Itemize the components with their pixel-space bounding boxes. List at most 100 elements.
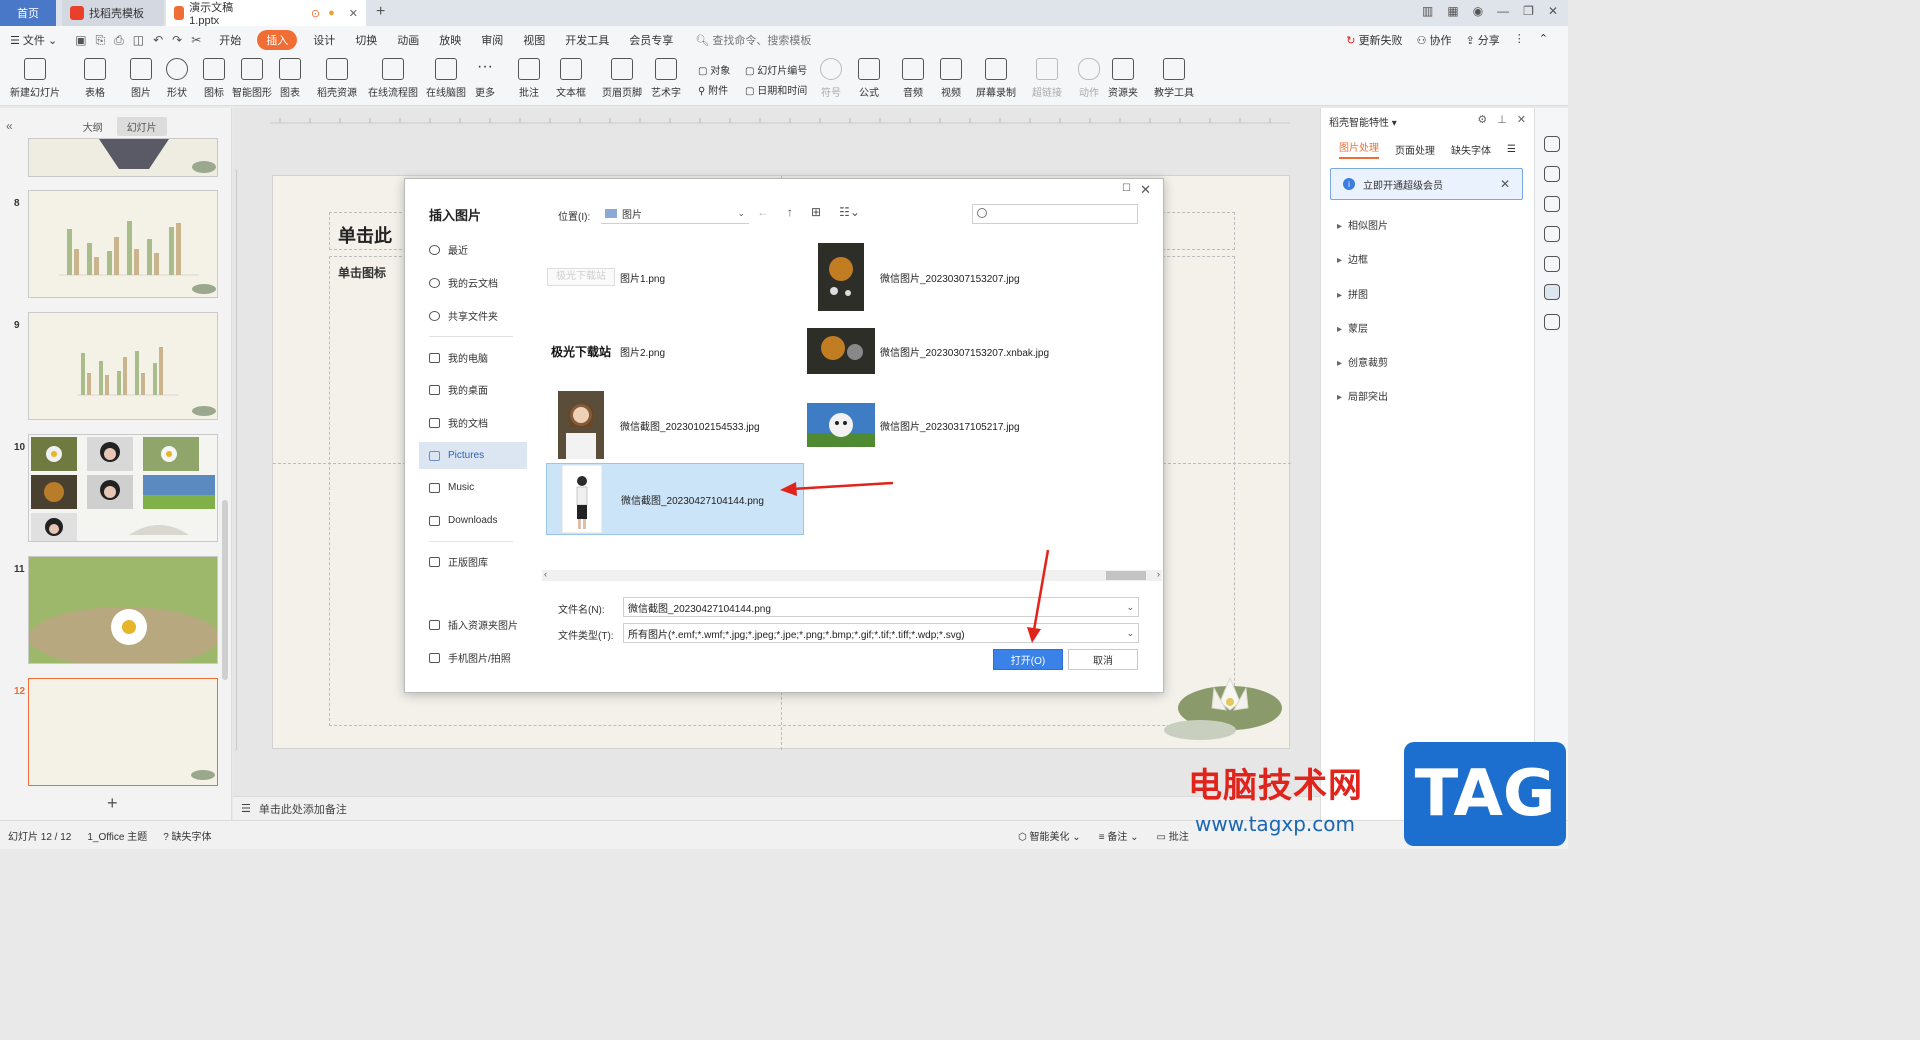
location-dropdown[interactable]: 图片 ⌄	[601, 204, 749, 224]
apps-grid-icon[interactable]: ▦	[1447, 4, 1458, 18]
slide-thumbnail-selected[interactable]	[28, 678, 218, 786]
filetype-select[interactable]: 所有图片(*.emf;*.wmf;*.jpg;*.jpeg;*.jpe;*.pn…	[623, 623, 1139, 643]
menu-review[interactable]: 审阅	[471, 32, 513, 48]
print-icon[interactable]: ⎙	[114, 33, 124, 48]
menu-slideshow[interactable]: 放映	[429, 32, 471, 48]
redo-icon[interactable]: ↷	[172, 33, 182, 48]
menu-view[interactable]: 视图	[513, 32, 555, 48]
nav-downloads[interactable]: Downloads	[419, 507, 527, 534]
object-button[interactable]: ▢ 对象	[698, 62, 730, 77]
notes-area[interactable]: ☰ 单击此处添加备注	[233, 796, 1320, 820]
file-item[interactable]: 极光下载站 图片1.png	[546, 241, 804, 313]
slide-title[interactable]: 单击此	[338, 222, 392, 248]
close-banner-icon[interactable]: ✕	[1500, 177, 1510, 191]
comments-toggle[interactable]: ▭ 批注	[1156, 828, 1188, 843]
feature-mask[interactable]: 蒙层	[1337, 320, 1368, 335]
file-search-input[interactable]	[972, 204, 1138, 224]
nav-shared-folder[interactable]: 共享文件夹	[419, 302, 527, 329]
minimize-icon[interactable]: —	[1497, 4, 1509, 18]
menu-transition[interactable]: 切换	[345, 32, 387, 48]
file-item[interactable]: 极光下载站 图片2.png	[546, 315, 804, 387]
collaborate-button[interactable]: ⚇ 协作	[1417, 32, 1452, 48]
collapse-pane-icon[interactable]: «	[6, 119, 13, 133]
cancel-button[interactable]: 取消	[1068, 649, 1138, 670]
close-tab-icon[interactable]: ✕	[349, 7, 358, 20]
add-tab-button[interactable]: +	[376, 3, 385, 21]
nav-resource-folder[interactable]: 插入资源夹图片	[419, 611, 539, 638]
slide-subtitle[interactable]: 单击图标	[338, 264, 386, 281]
settings-icon[interactable]: ⚙	[1477, 113, 1487, 126]
docer-resource-button[interactable]: 稻壳资源	[317, 58, 357, 99]
save-icon[interactable]: ▣	[75, 33, 86, 48]
command-search[interactable]: 🔍︎ 查找命令、搜索模板	[695, 32, 811, 48]
slide-thumbnail[interactable]	[28, 190, 218, 298]
resource-folder-button[interactable]: 资源夹	[1108, 58, 1138, 99]
up-folder-icon[interactable]: ↑	[787, 205, 793, 219]
tab-document[interactable]: 演示文稿1.pptx ⊙ ● ✕	[166, 0, 366, 27]
copy-icon[interactable]	[1544, 226, 1560, 242]
file-item[interactable]: 微信图片_20230317105217.jpg	[806, 389, 1064, 461]
smart-beautify-button[interactable]: ⬡ 智能美化 ⌄	[1018, 828, 1081, 843]
vip-banner[interactable]: i 立即开通超级会员 ✕	[1330, 168, 1523, 200]
slide-thumbnail[interactable]	[28, 434, 218, 542]
menu-home[interactable]: 开始	[209, 32, 251, 48]
file-item[interactable]: 微信图片_20230307153207.jpg	[806, 241, 1064, 313]
nav-my-computer[interactable]: 我的电脑	[419, 344, 527, 371]
smartart-button[interactable]: 智能图形	[232, 58, 272, 99]
nav-desktop[interactable]: 我的桌面	[419, 376, 527, 403]
share-button[interactable]: ⇪ 分享	[1466, 32, 1500, 48]
menu-developer[interactable]: 开发工具	[555, 32, 619, 48]
file-item-selected[interactable]: 微信截图_20230427104144.png	[546, 463, 804, 535]
collapse-ribbon-icon[interactable]: ⌃	[1539, 32, 1548, 48]
nav-licensed-gallery[interactable]: 正版图库	[419, 548, 527, 575]
new-folder-icon[interactable]: ⊞	[811, 205, 821, 219]
new-slide-button[interactable]: 新建幻灯片	[10, 58, 60, 99]
scroll-thumb[interactable]	[1106, 571, 1146, 580]
image-icon[interactable]	[1544, 256, 1560, 272]
format-painter-icon[interactable]: ✂	[191, 33, 201, 48]
menu-insert[interactable]: 插入	[257, 30, 298, 50]
nav-pictures[interactable]: Pictures	[419, 442, 527, 469]
smart-features-icon[interactable]	[1544, 284, 1560, 300]
preview-icon[interactable]: ◫	[133, 33, 144, 48]
layout-icon[interactable]: ▥	[1422, 4, 1433, 18]
update-status[interactable]: ↻ 更新失败	[1346, 32, 1402, 48]
teaching-tools-button[interactable]: 教学工具	[1154, 58, 1194, 99]
maximize-icon[interactable]: ☐	[1122, 183, 1131, 194]
close-pane-icon[interactable]: ✕	[1517, 113, 1526, 126]
nav-recent[interactable]: 最近	[419, 236, 527, 263]
tab-template[interactable]: 找稻壳模板	[62, 0, 164, 26]
missing-font-status[interactable]: ? 缺失字体	[155, 828, 219, 843]
formula-button[interactable]: 公式	[858, 58, 880, 99]
open-button[interactable]: 打开(O)	[993, 649, 1063, 670]
thumbnail-scrollbar[interactable]	[222, 500, 228, 680]
slide-thumbnail[interactable]	[28, 138, 218, 177]
tab-outline[interactable]: 大纲	[73, 117, 113, 136]
pane-title[interactable]: 稻壳智能特性 ▾	[1329, 114, 1397, 129]
online-flowchart-button[interactable]: 在线流程图	[368, 58, 418, 99]
file-item[interactable]: 微信截图_20230102154533.jpg	[546, 389, 804, 461]
book-icon[interactable]	[1544, 314, 1560, 330]
nav-music[interactable]: Music	[419, 474, 527, 501]
nav-my-documents[interactable]: 我的文档	[419, 409, 527, 436]
tab-missing-fonts[interactable]: 缺失字体	[1451, 142, 1491, 157]
action-button[interactable]: 动作	[1078, 58, 1100, 99]
pin-icon[interactable]: ⊥	[1497, 113, 1507, 126]
hyperlink-button[interactable]: 超链接	[1032, 58, 1062, 99]
audio-button[interactable]: 音频	[902, 58, 924, 99]
tab-page-processing[interactable]: 页面处理	[1395, 142, 1435, 157]
feature-creative-crop[interactable]: 创意裁剪	[1337, 354, 1388, 369]
nav-phone-photos[interactable]: 手机图片/拍照	[419, 644, 539, 671]
file-item[interactable]: 微信图片_20230307153207.xnbak.jpg	[806, 315, 1064, 387]
nav-cloud-docs[interactable]: 我的云文档	[419, 269, 527, 296]
menu-design[interactable]: 设计	[303, 32, 345, 48]
back-icon[interactable]: ←	[757, 205, 769, 219]
wordart-button[interactable]: 艺术字	[651, 58, 681, 99]
shape-button[interactable]: 形状	[166, 58, 188, 99]
date-time-button[interactable]: ▢ 日期和时间	[745, 82, 807, 97]
more-icon[interactable]: ⋮	[1514, 32, 1525, 48]
scroll-right-icon[interactable]: ›	[1157, 569, 1160, 579]
header-footer-button[interactable]: 页眉页脚	[602, 58, 642, 99]
restore-icon[interactable]: ❐	[1523, 4, 1534, 18]
textbox-button[interactable]: 文本框	[556, 58, 586, 99]
